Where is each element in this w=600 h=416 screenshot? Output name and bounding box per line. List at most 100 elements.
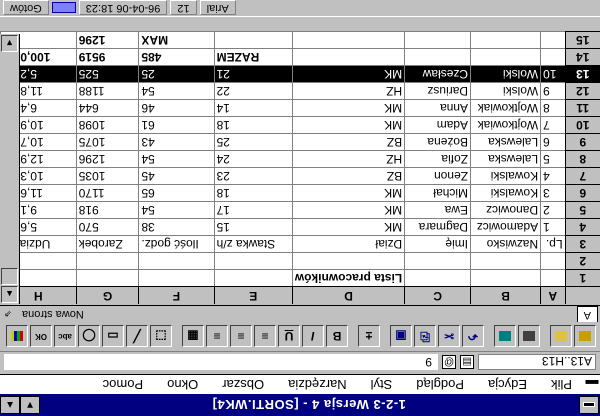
cell-b5[interactable]: Danowicz: [470, 202, 541, 219]
cell-f5[interactable]: 54: [138, 202, 215, 219]
cell-d9[interactable]: BZ: [292, 134, 405, 151]
cell-a10[interactable]: 7: [540, 117, 566, 134]
corner-cell[interactable]: [565, 287, 600, 304]
cell-d2[interactable]: [292, 253, 405, 270]
cell-e10[interactable]: 18: [214, 117, 293, 134]
cell-a6[interactable]: 3: [540, 185, 566, 202]
formula-content[interactable]: 9: [4, 354, 438, 371]
row-header[interactable]: 11: [565, 100, 600, 117]
cell-e9[interactable]: 25: [214, 134, 293, 151]
cell-e3[interactable]: Stawka z/h: [214, 236, 293, 253]
open-file-button[interactable]: [574, 325, 596, 348]
scroll-thumb[interactable]: [1, 268, 18, 285]
cell-a11[interactable]: 8: [540, 100, 566, 117]
cell-f12[interactable]: 54: [138, 83, 215, 100]
align-across-button[interactable]: ▦: [182, 325, 204, 348]
cell-f2[interactable]: [138, 253, 215, 270]
row-header[interactable]: 12: [565, 83, 600, 100]
cell-b7[interactable]: Kowalski: [470, 168, 541, 185]
column-header-f[interactable]: F: [138, 287, 215, 304]
cell-c13[interactable]: Czesław: [404, 66, 471, 83]
chart-button[interactable]: [6, 325, 28, 348]
cell-c5[interactable]: Ewa: [404, 202, 471, 219]
cell-a14[interactable]: [540, 49, 566, 66]
minimize-button[interactable]: ▼: [20, 396, 40, 414]
column-header-b[interactable]: B: [470, 287, 541, 304]
cell-c15[interactable]: [404, 32, 471, 49]
cell-e6[interactable]: 18: [214, 185, 293, 202]
cell-d14[interactable]: [292, 49, 405, 66]
navigator-icon[interactable]: ▤: [460, 355, 474, 370]
cell-b2[interactable]: [470, 253, 541, 270]
cell-f15[interactable]: MAX: [138, 32, 215, 49]
cell-e1[interactable]: [214, 270, 293, 287]
menu-range[interactable]: Obszar: [210, 377, 276, 392]
cell-d12[interactable]: HZ: [292, 83, 405, 100]
status-font[interactable]: Arial: [199, 0, 236, 16]
copy-button[interactable]: ⎘: [414, 325, 436, 348]
cell-f13[interactable]: 25: [138, 66, 215, 83]
column-header-e[interactable]: E: [214, 287, 293, 304]
scroll-up-icon[interactable]: ▲: [1, 286, 18, 303]
row-header[interactable]: 4: [565, 219, 600, 236]
document-menu-icon[interactable]: ▬: [584, 377, 600, 392]
cell-e15[interactable]: [214, 32, 293, 49]
cell-f14[interactable]: 485: [138, 49, 215, 66]
row-header[interactable]: 5: [565, 202, 600, 219]
cell-f11[interactable]: 46: [138, 100, 215, 117]
cell-c8[interactable]: Zofia: [404, 151, 471, 168]
cell-g7[interactable]: 1035: [76, 168, 139, 185]
new-sheet-button[interactable]: Nowa strona: [16, 308, 90, 320]
cell-b13[interactable]: Wolski: [470, 66, 541, 83]
cell-g13[interactable]: 525: [76, 66, 139, 83]
cell-a7[interactable]: 4: [540, 168, 566, 185]
row-header[interactable]: 2: [565, 253, 600, 270]
vertical-scrollbar[interactable]: ▲ ▼: [0, 34, 20, 304]
menu-file[interactable]: Plik: [539, 377, 584, 392]
cell-c10[interactable]: Adam: [404, 117, 471, 134]
bold-button[interactable]: B: [326, 325, 348, 348]
cell-g4[interactable]: 570: [76, 219, 139, 236]
cell-f3[interactable]: Ilość godz.: [138, 236, 215, 253]
cell-g11[interactable]: 644: [76, 100, 139, 117]
row-header[interactable]: 14: [565, 49, 600, 66]
text-block-button[interactable]: abc: [54, 325, 76, 348]
row-header[interactable]: 9: [565, 134, 600, 151]
row-header[interactable]: 1: [565, 270, 600, 287]
cell-g14[interactable]: 9519: [76, 49, 139, 66]
row-header[interactable]: 10: [565, 117, 600, 134]
align-left-button[interactable]: ≡: [254, 325, 276, 348]
cell-f10[interactable]: 61: [138, 117, 215, 134]
cell-d15[interactable]: [292, 32, 405, 49]
cell-b14[interactable]: [470, 49, 541, 66]
cell-d13[interactable]: MK: [292, 66, 405, 83]
tab-scroll-icon[interactable]: ⇗: [0, 307, 16, 322]
cell-a13[interactable]: 10: [540, 66, 566, 83]
cell-b3[interactable]: Nazwisko: [470, 236, 541, 253]
cell-d10[interactable]: MK: [292, 117, 405, 134]
cell-g1[interactable]: [76, 270, 139, 287]
menu-view[interactable]: Podgląd: [404, 377, 476, 392]
ellipse-tool-button[interactable]: ◯: [78, 325, 100, 348]
cell-c6[interactable]: Michał: [404, 185, 471, 202]
cell-e4[interactable]: 15: [214, 219, 293, 236]
cell-b1[interactable]: [470, 270, 541, 287]
cell-b4[interactable]: Adamowicz: [470, 219, 541, 236]
cell-g9[interactable]: 1075: [76, 134, 139, 151]
line-tool-button[interactable]: ╱: [126, 325, 148, 348]
select-tool-button[interactable]: ⬚: [150, 325, 172, 348]
row-header[interactable]: 3: [565, 236, 600, 253]
align-right-button[interactable]: ≡: [206, 325, 228, 348]
cell-b6[interactable]: Kowalski: [470, 185, 541, 202]
cell-g15[interactable]: 1296: [76, 32, 139, 49]
cell-c3[interactable]: Imię: [404, 236, 471, 253]
status-font-size[interactable]: 12: [170, 0, 197, 16]
row-header[interactable]: 15: [565, 32, 600, 49]
cell-b11[interactable]: Wojtkowiak: [470, 100, 541, 117]
cell-a3[interactable]: Lp.: [540, 236, 566, 253]
cell-a15[interactable]: [540, 32, 566, 49]
cell-e12[interactable]: 22: [214, 83, 293, 100]
cell-f8[interactable]: 54: [138, 151, 215, 168]
maximize-button[interactable]: ▲: [0, 396, 20, 414]
scroll-down-icon[interactable]: ▼: [1, 35, 18, 52]
